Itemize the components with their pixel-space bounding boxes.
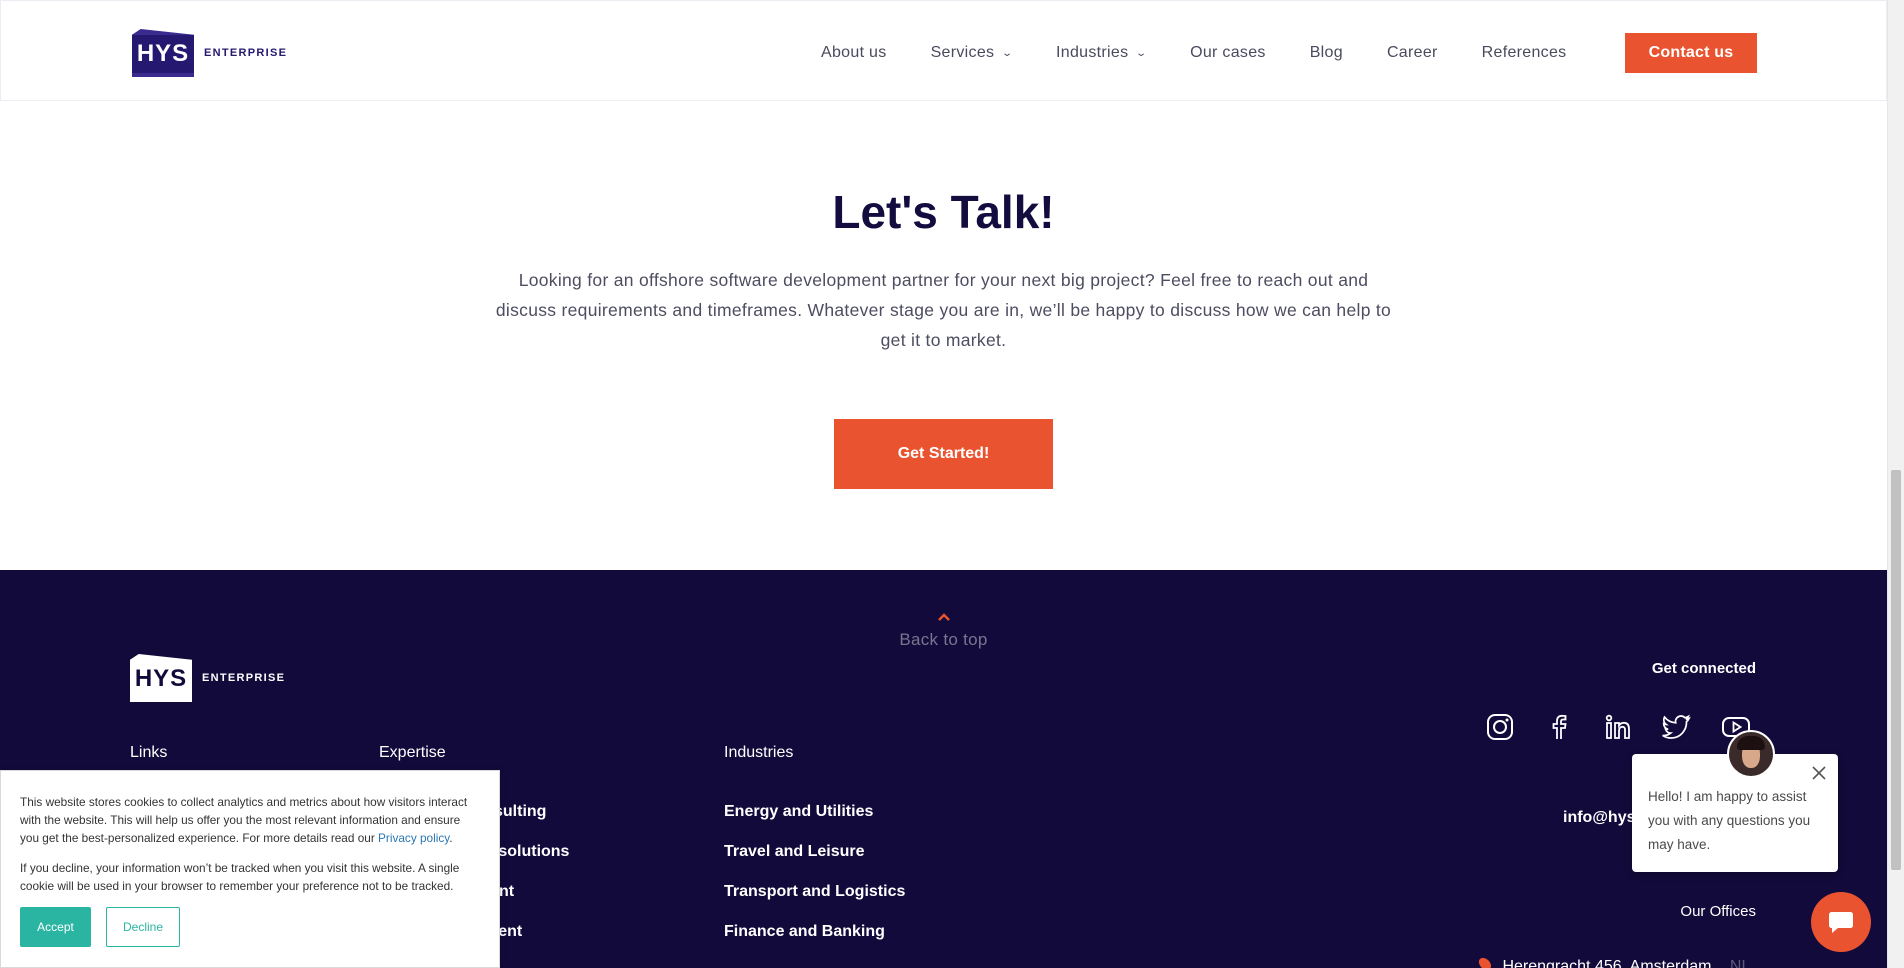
- chevron-down-icon: ⌄: [1135, 47, 1148, 59]
- main-nav: About us Services ⌄ Industries ⌄ Our cases…: [821, 33, 1610, 73]
- accept-cookies-button[interactable]: Accept: [20, 907, 91, 947]
- chevron-up-icon: [937, 613, 950, 621]
- industry-link[interactable]: Finance and Banking: [724, 923, 905, 963]
- contact-us-button[interactable]: Contact us: [1625, 33, 1757, 73]
- nav-services[interactable]: Services ⌄: [930, 44, 1014, 62]
- talk-description: Looking for an offshore software develop…: [495, 270, 1392, 350]
- nav-about-us-label: About us: [821, 44, 887, 61]
- get-connected-heading: Get connected: [1651, 660, 1756, 677]
- nav-industries-label: Industries: [1056, 44, 1129, 61]
- contact-email-link[interactable]: info@hys: [1563, 809, 1636, 827]
- nav-career[interactable]: Career: [1387, 44, 1438, 62]
- nav-blog[interactable]: Blog: [1310, 44, 1343, 62]
- industry-link[interactable]: Transport and Logistics: [724, 883, 905, 923]
- industry-link[interactable]: Energy and Utilities: [724, 803, 905, 843]
- chat-greeting-message: Hello! I am happy to assist you with any…: [1648, 789, 1811, 852]
- nav-references-label: References: [1481, 44, 1567, 61]
- chat-icon: [1829, 912, 1853, 933]
- site-header: HYS ENTERPRISE About us Services ⌄ Indust…: [0, 0, 1887, 101]
- nav-references[interactable]: References: [1482, 44, 1567, 62]
- industries-heading: Industries: [724, 744, 794, 761]
- location-pin-icon: [1476, 955, 1494, 968]
- facebook-icon[interactable]: [1544, 712, 1574, 742]
- cookie-text-end: .: [449, 831, 453, 845]
- expertise-heading: Expertise: [379, 744, 446, 761]
- nav-our-cases[interactable]: Our cases: [1190, 44, 1266, 62]
- cookie-decline-text: If you decline, your information won’t b…: [20, 861, 460, 893]
- nav-about-us[interactable]: About us: [821, 44, 887, 62]
- back-to-top-link[interactable]: Back to top: [0, 610, 1887, 650]
- footer-logo-mark-text: HYS: [134, 665, 188, 692]
- industry-link[interactable]: Travel and Leisure: [724, 843, 905, 883]
- office-address: Herengracht 456, Amsterdam NL: [1476, 955, 1751, 968]
- header-logo[interactable]: HYS ENTERPRISE: [132, 29, 287, 77]
- links-heading: Links: [130, 744, 168, 761]
- footer-logo-wordmark: ENTERPRISE: [202, 672, 286, 684]
- nav-industries[interactable]: Industries ⌄: [1056, 44, 1148, 62]
- logo-wordmark: ENTERPRISE: [204, 47, 288, 59]
- back-to-top-label: Back to top: [899, 630, 988, 649]
- decline-cookies-button[interactable]: Decline: [106, 907, 180, 947]
- office-country: NL: [1729, 958, 1751, 968]
- cookie-banner: This website stores cookies to collect a…: [0, 770, 500, 968]
- instagram-icon[interactable]: [1485, 712, 1515, 742]
- nav-blog-label: Blog: [1309, 44, 1343, 61]
- nav-services-label: Services: [930, 44, 995, 61]
- cookie-buttons: Accept Decline: [20, 907, 480, 947]
- industries-list: Energy and Utilities Travel and Leisure …: [724, 803, 905, 963]
- logo-mark-text: HYS: [136, 40, 190, 67]
- office-address-text: Herengracht 456, Amsterdam: [1502, 958, 1712, 968]
- page-scrollbar[interactable]: [1887, 0, 1904, 968]
- linkedin-icon[interactable]: [1603, 712, 1633, 742]
- close-icon[interactable]: [1812, 766, 1826, 780]
- twitter-icon[interactable]: [1662, 712, 1692, 742]
- scrollbar-thumb[interactable]: [1891, 470, 1901, 870]
- nav-career-label: Career: [1386, 44, 1438, 61]
- logo-mark: HYS: [132, 29, 194, 77]
- talk-title: Let's Talk!: [832, 186, 1055, 238]
- footer-logo-mark: HYS: [130, 654, 192, 702]
- privacy-policy-link[interactable]: Privacy policy: [378, 831, 449, 845]
- chat-launcher-button[interactable]: [1811, 892, 1871, 952]
- chevron-down-icon: ⌄: [1001, 47, 1014, 59]
- footer-logo[interactable]: HYS ENTERPRISE: [130, 654, 285, 702]
- chat-agent-avatar: [1727, 730, 1775, 778]
- cookie-text: This website stores cookies to collect a…: [20, 793, 480, 847]
- get-started-button[interactable]: Get Started!: [834, 419, 1053, 489]
- our-offices-heading: Our Offices: [1680, 903, 1756, 920]
- nav-our-cases-label: Our cases: [1190, 44, 1266, 61]
